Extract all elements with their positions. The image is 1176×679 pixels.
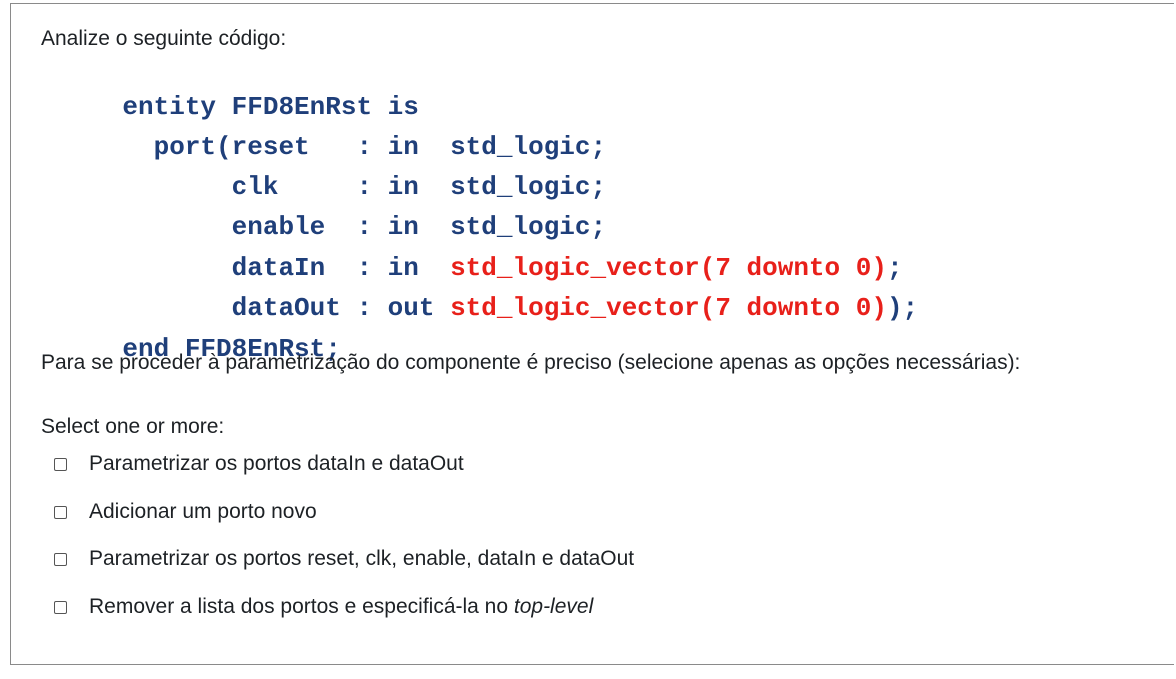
option-checkbox[interactable] — [54, 457, 67, 471]
code-line-2: port(reset : in std_logic; — [60, 102, 606, 162]
answer-option-3[interactable]: Parametrizar os portos reset, clk, enabl… — [54, 544, 634, 574]
option-label-text: Remover a lista dos portos e especificá-… — [89, 595, 514, 618]
option-checkbox[interactable] — [54, 600, 67, 614]
code-segment: ); — [886, 293, 919, 323]
code-line-3: clk : in std_logic; — [60, 142, 606, 202]
code-line-5: dataIn : in std_logic_vector(7 downto 0)… — [60, 223, 903, 283]
question-intro: Analize o seguinte código: — [41, 27, 287, 50]
code-line-7: end FFD8EnRst; — [60, 304, 340, 364]
option-label: Remover a lista dos portos e especificá-… — [89, 594, 593, 620]
option-label-italic: top-level — [513, 595, 594, 618]
option-label: Parametrizar os portos reset, clk, enabl… — [89, 547, 635, 570]
code-segment-highlight: std_logic_vector(7 downto 0) — [450, 293, 887, 323]
answer-option-1[interactable]: Parametrizar os portos dataIn e dataOut — [54, 449, 464, 479]
option-checkbox[interactable] — [54, 505, 67, 519]
question-text: Para se proceder à parametrização do com… — [41, 351, 1021, 374]
code-line-1: entity FFD8EnRst is — [60, 62, 418, 122]
option-label: Adicionar um porto novo — [89, 500, 317, 523]
answer-option-4[interactable]: Remover a lista dos portos e especificá-… — [54, 592, 593, 622]
code-line-4: enable : in std_logic; — [60, 182, 606, 242]
code-line-6: dataOut : out std_logic_vector(7 downto … — [60, 263, 919, 323]
answer-option-2[interactable]: Adicionar um porto novo — [54, 497, 317, 527]
option-checkbox[interactable] — [54, 552, 67, 566]
option-label: Parametrizar os portos dataIn e dataOut — [89, 452, 464, 475]
answer-prompt: Select one or more: — [41, 415, 225, 438]
